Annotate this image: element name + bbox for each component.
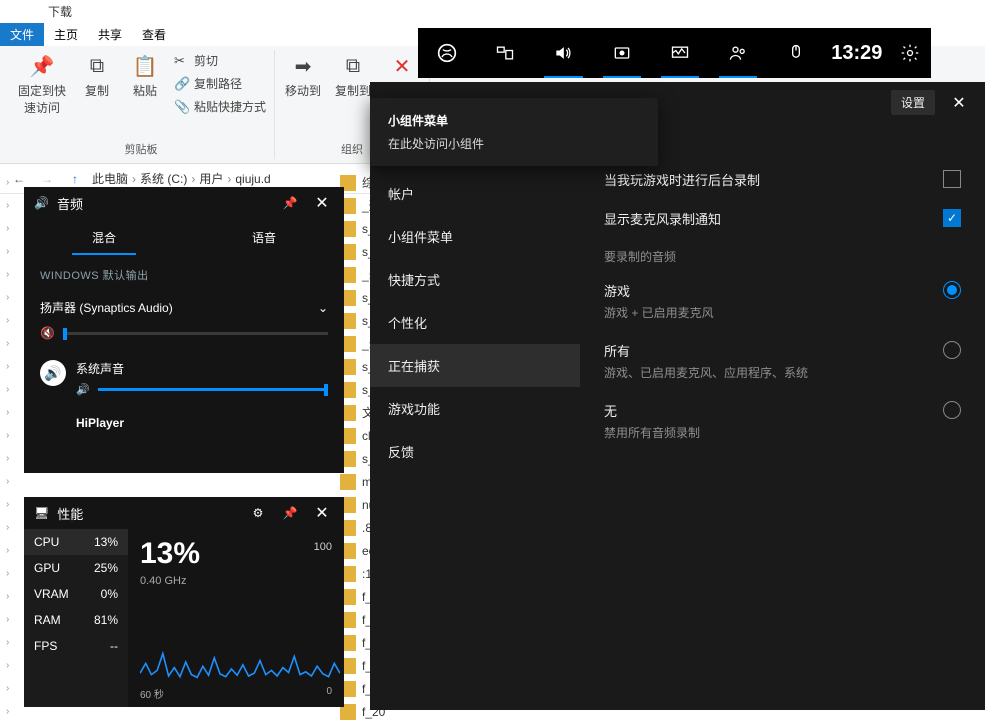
gamebar-audio-button[interactable] bbox=[534, 28, 592, 78]
settings-nav-item[interactable]: 快捷方式 bbox=[370, 258, 580, 301]
settings-content: 当我玩游戏时进行后台录制 显示麦克风录制通知 ✓ 要录制的音频 游戏游戏 + 已… bbox=[580, 82, 985, 710]
audio-widget: 🔊 音频 📌 ✕ 混合 语音 WINDOWS 默认输出 扬声器 (Synapti… bbox=[24, 187, 344, 473]
volume-icon: 🔊 bbox=[76, 383, 90, 396]
system-sound-label: 系统声音 bbox=[76, 360, 328, 377]
ribbon-copyto-button[interactable]: ⧉复制到 bbox=[331, 50, 375, 101]
gamebar-settings-button[interactable] bbox=[888, 28, 931, 78]
gamebar-settings-panel: 设置 ✕ 帐户小组件菜单快捷方式个性化正在捕获游戏功能反馈 当我玩游戏时进行后台… bbox=[370, 82, 985, 710]
opt-mic-notify-label: 显示麦克风录制通知 bbox=[604, 209, 721, 228]
audio-device-select[interactable]: 扬声器 (Synaptics Audio) ⌄ bbox=[40, 293, 328, 322]
settings-nav-item[interactable]: 小组件菜单 bbox=[370, 215, 580, 258]
explorer-title: 下载 bbox=[40, 0, 80, 23]
gamebar-clock: 13:29 bbox=[825, 42, 888, 65]
gamebar-toolbar: 13:29 bbox=[418, 28, 931, 78]
audio-record-option[interactable]: 所有游戏、已启用麦克风、应用程序、系统 bbox=[604, 341, 961, 381]
perf-cpu-chart bbox=[140, 613, 340, 683]
speaker-icon: 🔊 bbox=[34, 196, 49, 210]
opt-bg-record-label: 当我玩游戏时进行后台录制 bbox=[604, 170, 760, 189]
perf-row[interactable]: GPU25% bbox=[24, 555, 128, 581]
gamebar-mouse-icon bbox=[767, 28, 825, 78]
settings-close-button[interactable]: ✕ bbox=[947, 91, 971, 115]
audio-output-section: WINDOWS 默认输出 bbox=[40, 267, 328, 283]
audio-section-label: 要录制的音频 bbox=[604, 248, 961, 265]
settings-title-pill: 设置 bbox=[891, 90, 935, 115]
performance-widget: 🖥 性能 ⚙ 📌 ✕ CPU13%GPU25%VRAM0%RAM81%FPS--… bbox=[24, 497, 344, 707]
audio-tab-mix[interactable]: 混合 bbox=[24, 219, 184, 255]
ribbon-tab-file[interactable]: 文件 bbox=[0, 23, 44, 46]
ribbon-pin-button[interactable]: 📌固定到快 速访问 bbox=[14, 50, 70, 118]
perf-close-button[interactable]: ✕ bbox=[310, 501, 334, 525]
settings-nav-item[interactable]: 正在捕获 bbox=[370, 344, 580, 387]
ribbon-paste-button[interactable]: 📋粘贴 bbox=[124, 50, 166, 118]
tooltip-body: 在此处访问小组件 bbox=[388, 135, 640, 152]
perf-widget-title: 性能 bbox=[57, 504, 238, 523]
chevron-down-icon: ⌄ bbox=[318, 301, 328, 315]
audio-pin-button[interactable]: 📌 bbox=[278, 191, 302, 215]
gamebar-xbox-button[interactable] bbox=[418, 28, 476, 78]
perf-pin-button[interactable]: 📌 bbox=[278, 501, 302, 525]
gamebar-performance-button[interactable] bbox=[651, 28, 709, 78]
explorer-tabstrip: 下载 bbox=[0, 0, 985, 23]
settings-nav: 帐户小组件菜单快捷方式个性化正在捕获游戏功能反馈 bbox=[370, 82, 580, 710]
perf-xend: 0 bbox=[326, 686, 332, 701]
audio-close-button[interactable]: ✕ bbox=[310, 191, 334, 215]
settings-nav-item[interactable]: 个性化 bbox=[370, 301, 580, 344]
app-hiplayer-label: HiPlayer bbox=[76, 416, 124, 430]
perf-ymax: 100 bbox=[314, 541, 332, 553]
audio-device-name: 扬声器 (Synaptics Audio) bbox=[40, 299, 173, 316]
perf-row[interactable]: CPU13% bbox=[24, 529, 128, 555]
ribbon-tab-view[interactable]: 查看 bbox=[132, 23, 176, 46]
perf-row[interactable]: VRAM0% bbox=[24, 581, 128, 607]
settings-nav-item[interactable]: 帐户 bbox=[370, 172, 580, 215]
mute-icon[interactable]: 🔇 bbox=[40, 326, 55, 340]
settings-nav-item[interactable]: 游戏功能 bbox=[370, 387, 580, 430]
perf-row[interactable]: FPS-- bbox=[24, 633, 128, 659]
gamebar-capture-button[interactable] bbox=[593, 28, 651, 78]
ribbon-moveto-button[interactable]: ➡移动到 bbox=[281, 50, 325, 101]
ribbon-group-organize: 组织 bbox=[341, 139, 363, 159]
audio-widget-title: 音频 bbox=[57, 194, 270, 213]
gamebar-widgets-button[interactable] bbox=[476, 28, 534, 78]
audio-tab-voice[interactable]: 语音 bbox=[184, 219, 344, 255]
widgets-tooltip: 小组件菜单 在此处访问小组件 bbox=[370, 98, 658, 166]
ribbon-cut-button[interactable]: ✂剪切 bbox=[172, 50, 220, 71]
perf-options-button[interactable]: ⚙ bbox=[246, 501, 270, 525]
opt-bg-record-checkbox[interactable] bbox=[943, 170, 961, 188]
perf-row[interactable]: RAM81% bbox=[24, 607, 128, 633]
ribbon-tab-share[interactable]: 共享 bbox=[88, 23, 132, 46]
audio-record-option[interactable]: 游戏游戏 + 已启用麦克风 bbox=[604, 281, 961, 321]
ribbon-pasteshortcut-button[interactable]: 📎粘贴快捷方式 bbox=[172, 96, 268, 117]
perf-big-value: 13% bbox=[140, 537, 332, 571]
system-volume-slider[interactable]: 🔊 bbox=[76, 377, 328, 396]
gamebar-social-button[interactable] bbox=[709, 28, 767, 78]
perf-freq: 0.40 GHz bbox=[140, 575, 332, 587]
perf-xlabel: 60 秒 bbox=[140, 686, 164, 701]
system-sound-icon: 🔊 bbox=[40, 360, 66, 386]
ribbon-group-clipboard: 剪贴板 bbox=[125, 139, 158, 159]
tooltip-title: 小组件菜单 bbox=[388, 114, 448, 128]
settings-nav-item[interactable]: 反馈 bbox=[370, 430, 580, 473]
audio-record-option[interactable]: 无禁用所有音频录制 bbox=[604, 401, 961, 441]
monitor-icon: 🖥 bbox=[34, 506, 49, 520]
perf-metric-list: CPU13%GPU25%VRAM0%RAM81%FPS-- bbox=[24, 529, 128, 707]
opt-mic-notify-checkbox[interactable]: ✓ bbox=[943, 209, 961, 227]
ribbon-copy-button[interactable]: ⧉复制 bbox=[76, 50, 118, 118]
master-volume-slider[interactable]: 🔇 bbox=[40, 322, 328, 354]
ribbon-tab-home[interactable]: 主页 bbox=[44, 23, 88, 46]
ribbon-copypath-button[interactable]: 🔗复制路径 bbox=[172, 73, 244, 94]
